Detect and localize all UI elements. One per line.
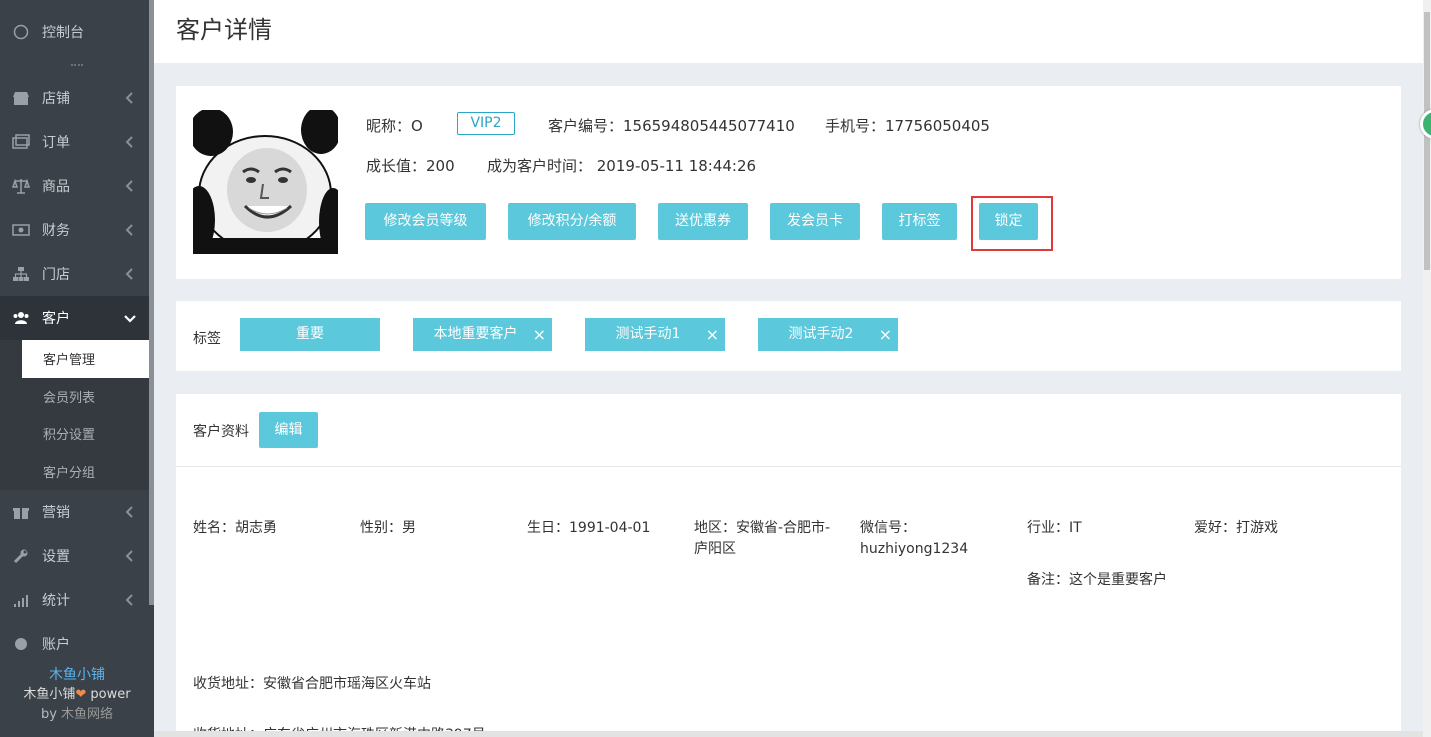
chevron-left-icon (125, 594, 133, 606)
customer-data-label: 客户资料 (193, 424, 249, 440)
page-header: 客户详情 (154, 0, 1423, 63)
profile-card: 昵称：O VIP2 客户编号：156594805445077410 手机号：17… (176, 86, 1401, 279)
order-icon (12, 133, 30, 151)
sitemap-icon (12, 265, 30, 283)
signal-icon (12, 591, 30, 609)
footer-brand[interactable]: 木鱼小铺 (0, 665, 154, 685)
close-icon[interactable]: × (879, 318, 892, 351)
chevron-left-icon (125, 92, 133, 104)
chevron-left-icon (125, 136, 133, 148)
subnav-customer-group[interactable]: 客户分组 (0, 453, 154, 491)
field-name: 姓名：胡志勇 (193, 520, 277, 536)
field-wechat: 微信号： huzhiyong1234 (860, 520, 969, 557)
nav-item-store[interactable]: 店铺 (0, 76, 154, 120)
sidebar: 控制台 店铺 订单 商品 财务 门店 客户 客户管理 会员列表 积分设置 客户分… (0, 0, 154, 737)
bottom-strip (154, 731, 1423, 737)
customer-since: 成为客户时间： 2019-05-11 18:44:26 (487, 157, 757, 175)
field-region: 地区：安徽省-合肥市- 庐阳区 (694, 520, 831, 557)
subnav-points-settings[interactable]: 积分设置 (0, 415, 154, 453)
nav-item-account[interactable]: 账户 (0, 622, 154, 666)
field-gender: 性别：男 (360, 520, 416, 536)
nav-item-label: 门店 (42, 267, 70, 283)
nav-dashboard-label: 控制台 (42, 25, 84, 41)
add-tag-button[interactable]: 打标签 (882, 203, 957, 240)
vip-badge: VIP2 (457, 112, 515, 135)
nav-item-label: 商品 (42, 179, 70, 195)
money-icon (12, 221, 30, 239)
nav-item-marketing[interactable]: 营销 (0, 490, 154, 534)
nav-item-label: 统计 (42, 593, 70, 609)
store-icon (12, 89, 30, 107)
sidebar-footer: 木鱼小铺 木鱼小铺❤ power by 木鱼网络 (0, 661, 154, 737)
chevron-left-icon (125, 550, 133, 562)
nav-item-label: 客户 (42, 311, 70, 327)
subnav-customer-manage[interactable]: 客户管理 (22, 340, 154, 378)
account-icon (12, 635, 30, 653)
main-content: 客户详情 昵称：O VIP2 客户编号：156594805445077410 手… (154, 0, 1423, 737)
field-address: 收货地址：安徽省合肥市瑶海区火车站 (193, 676, 431, 692)
nav-item-stats[interactable]: 统计 (0, 578, 154, 622)
customer-subnav: 客户管理 会员列表 积分设置 客户分组 (0, 340, 154, 490)
tags-label: 标签 (193, 331, 221, 347)
nav-item-label: 订单 (42, 135, 70, 151)
field-birthday: 生日：1991-04-01 (527, 520, 651, 536)
nav-item-order[interactable]: 订单 (0, 120, 154, 164)
growth-value: 成长值：200 (366, 157, 455, 175)
nav-item-goods[interactable]: 商品 (0, 164, 154, 208)
nav-item-label: 账户 (42, 637, 70, 653)
field-industry: 行业：IT (1027, 520, 1082, 536)
users-icon (12, 309, 30, 327)
nav-item-label: 财务 (42, 223, 70, 239)
tag-item[interactable]: 重要 (240, 318, 380, 351)
customer-data-card: 客户资料 编辑 姓名：胡志勇 性别：男 生日：1991-04-01 地区：安徽省… (176, 394, 1401, 737)
nav-item-finance[interactable]: 财务 (0, 208, 154, 252)
send-coupon-button[interactable]: 送优惠券 (658, 203, 748, 240)
nickname: 昵称：O (366, 117, 423, 135)
nav-item-settings[interactable]: 设置 (0, 534, 154, 578)
edit-member-level-button[interactable]: 修改会员等级 (365, 203, 486, 240)
field-hobby: 爱好：打游戏 (1194, 520, 1278, 536)
footer-power: 木鱼小铺❤ power (23, 687, 131, 702)
close-icon[interactable]: × (706, 318, 719, 351)
tags-card: 标签 重要 本地重要客户 × 测试手动1 × 测试手动2 × (176, 301, 1401, 371)
phone-number: 手机号：17756050405 (825, 117, 990, 135)
edit-points-balance-button[interactable]: 修改积分/余额 (508, 203, 636, 240)
chevron-down-icon (124, 315, 136, 323)
divider (176, 466, 1401, 467)
chevron-left-icon (125, 268, 133, 280)
issue-member-card-button[interactable]: 发会员卡 (770, 203, 860, 240)
chevron-left-icon (125, 224, 133, 236)
wrench-icon (12, 547, 30, 565)
page-title: 客户详情 (176, 16, 272, 44)
scrollbar-thumb[interactable] (1424, 12, 1430, 270)
dashboard-icon (12, 23, 30, 41)
gift-icon (12, 503, 30, 521)
nav-divider (0, 64, 154, 76)
close-icon[interactable]: × (533, 318, 546, 351)
tag-item[interactable]: 本地重要客户 × (413, 318, 552, 351)
tag-item[interactable]: 测试手动1 × (585, 318, 725, 351)
edit-button[interactable]: 编辑 (259, 412, 318, 448)
subnav-member-list[interactable]: 会员列表 (0, 378, 154, 416)
nav-item-customer[interactable]: 客户 (0, 296, 154, 340)
field-remark: 备注：这个是重要客户 (1027, 572, 1167, 588)
nav-item-label: 店铺 (42, 91, 70, 107)
lock-highlight-box (971, 196, 1053, 251)
footer-by: by 木鱼网络 (40, 707, 114, 722)
avatar (183, 106, 347, 256)
nav-dashboard[interactable]: 控制台 (0, 0, 154, 64)
nav-item-shop[interactable]: 门店 (0, 252, 154, 296)
chevron-left-icon (125, 506, 133, 518)
customer-number: 客户编号：156594805445077410 (548, 117, 795, 135)
scale-icon (12, 177, 30, 195)
heart-icon: ❤ (75, 687, 87, 702)
tag-item[interactable]: 测试手动2 × (758, 318, 898, 351)
nav-item-label: 设置 (42, 549, 70, 565)
chevron-left-icon (125, 180, 133, 192)
nav-item-label: 营销 (42, 505, 70, 521)
